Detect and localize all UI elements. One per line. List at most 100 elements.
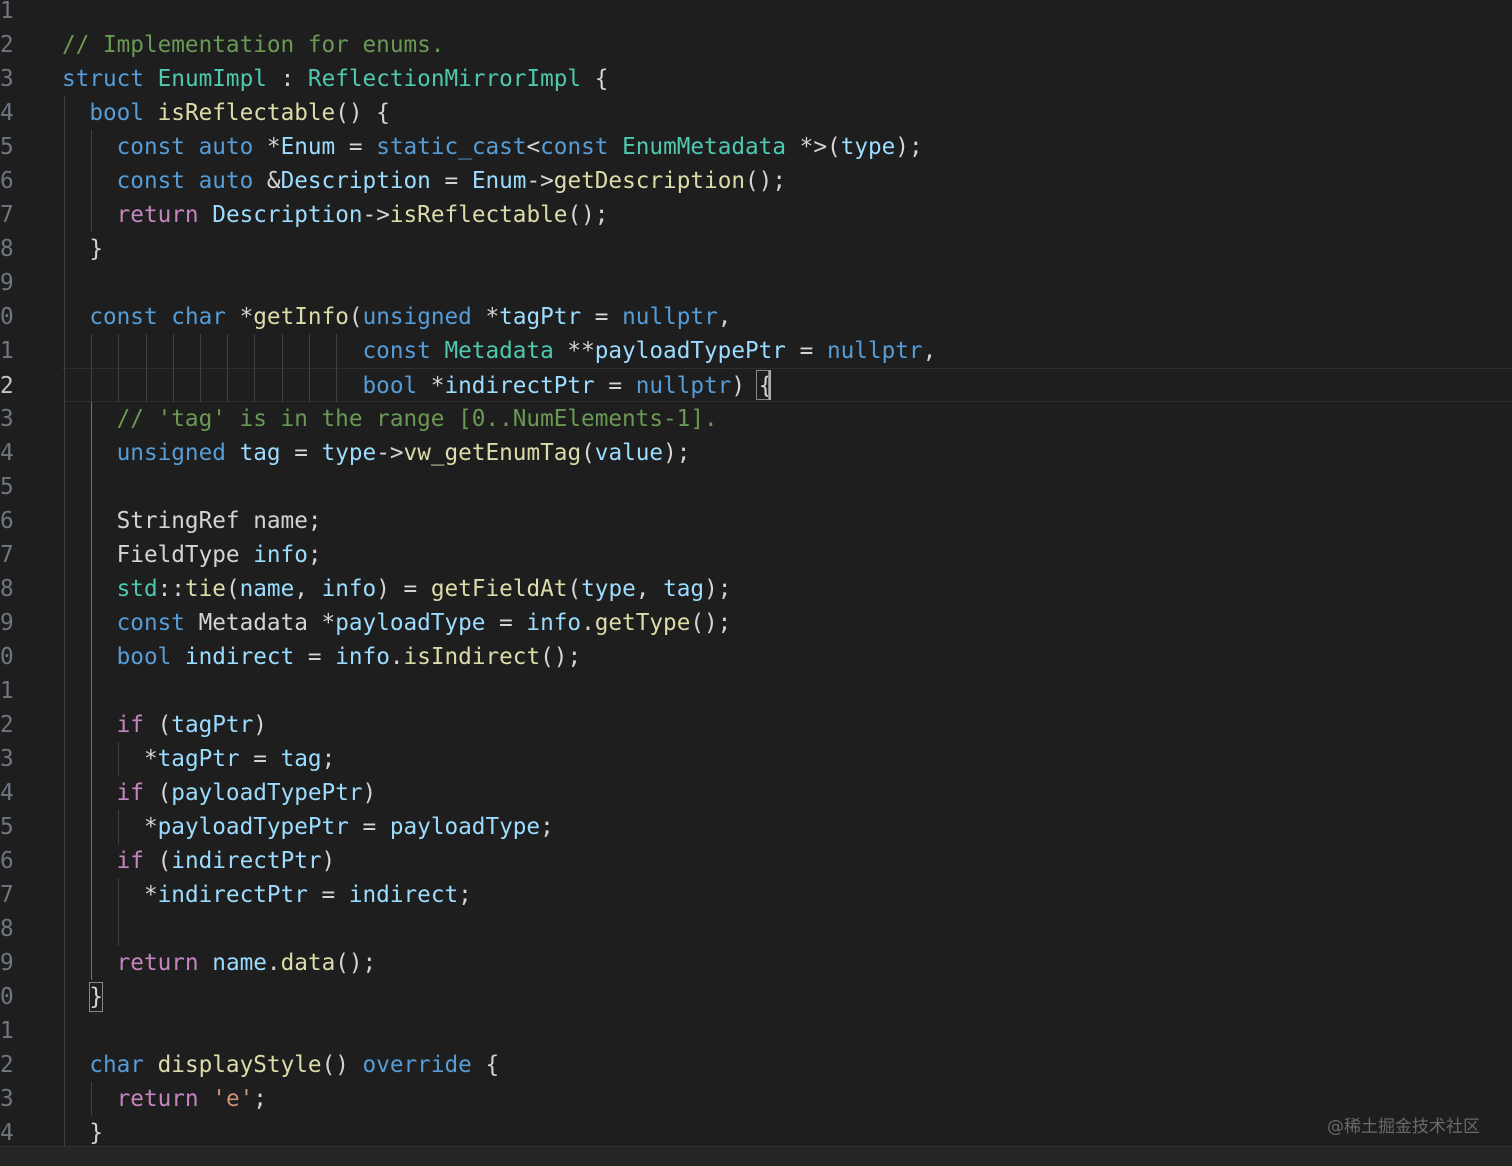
code-token: EnumImpl xyxy=(157,66,267,92)
code-line[interactable]: 2 if (tagPtr) xyxy=(0,708,1512,742)
code-token: * xyxy=(225,304,254,330)
line-code: const auto *Enum = static_cast<const Enu… xyxy=(62,130,923,164)
line-number: 3 xyxy=(0,66,14,92)
code-token: ) xyxy=(362,780,377,806)
indent-guide xyxy=(336,334,337,368)
code-token: payloadType xyxy=(335,610,486,636)
code-token: , xyxy=(294,576,322,602)
code-line[interactable]: 9 const Metadata *payloadType = info.get… xyxy=(0,606,1512,640)
code-line[interactable]: 7 *indirectPtr = indirect; xyxy=(0,878,1512,912)
code-line[interactable]: 4 bool isReflectable() { xyxy=(0,96,1512,130)
code-line[interactable]: 6 StringRef name; xyxy=(0,504,1512,538)
code-line[interactable]: 4 if (payloadTypePtr) xyxy=(0,776,1512,810)
code-token: * xyxy=(62,746,158,772)
code-token: indirect xyxy=(184,644,295,670)
code-token: unsigned xyxy=(116,440,226,466)
code-line[interactable]: 9 return name.data(); xyxy=(0,946,1512,980)
code-line[interactable]: 3 *tagPtr = tag; xyxy=(0,742,1512,776)
code-token: indirect xyxy=(348,882,459,908)
line-code: *payloadTypePtr = payloadType; xyxy=(62,810,554,844)
code-line[interactable]: 3 return 'e'; xyxy=(0,1082,1512,1116)
code-line[interactable]: 3 struct EnumImpl : ReflectionMirrorImpl … xyxy=(0,62,1512,96)
code-line[interactable]: 2 char displayStyle() override { xyxy=(0,1048,1512,1082)
code-token: char xyxy=(89,1052,144,1078)
line-number: 1 xyxy=(0,678,14,704)
code-token: & xyxy=(253,168,281,194)
line-code: char displayStyle() override { xyxy=(62,1048,499,1082)
code-line[interactable]: 5 const auto *Enum = static_cast<const E… xyxy=(0,130,1512,164)
code-line[interactable]: 7 FieldType info; xyxy=(0,538,1512,572)
code-line[interactable]: 5 *payloadTypePtr = payloadType; xyxy=(0,810,1512,844)
code-token: getDescription xyxy=(553,168,746,194)
code-line[interactable]: 0 } xyxy=(0,980,1512,1014)
code-token: = xyxy=(594,373,636,399)
code-line[interactable]: 8 std::tie(name, info) = getFieldAt(type… xyxy=(0,572,1512,606)
code-token: -> xyxy=(376,440,404,466)
code-line[interactable]: 5 xyxy=(0,470,1512,504)
code-line[interactable]: 1 xyxy=(0,1014,1512,1048)
line-code: if (indirectPtr) xyxy=(62,844,336,878)
line-code: return Description->isReflectable(); xyxy=(62,198,609,232)
code-line[interactable]: 4 unsigned tag = type->vw_getEnumTag(val… xyxy=(0,436,1512,470)
indent-guide xyxy=(172,334,174,368)
code-token: } xyxy=(62,236,103,262)
line-number: 6 xyxy=(0,168,14,194)
code-token: indirectPtr xyxy=(171,848,322,874)
code-line[interactable]: 0 const char *getInfo(unsigned *tagPtr =… xyxy=(0,300,1512,334)
code-token: ; xyxy=(540,814,554,840)
code-line[interactable]: 9 xyxy=(0,266,1512,300)
matched-bracket-close xyxy=(89,982,103,1012)
code-editor[interactable]: 1 2 // Implementation for enums. 3 struct En… xyxy=(0,0,1512,1166)
code-line[interactable]: 6 if (indirectPtr) xyxy=(0,844,1512,878)
line-code: *tagPtr = tag; xyxy=(62,742,335,776)
line-code: std::tie(name, info) = getFieldAt(type, … xyxy=(62,572,732,606)
line-number: 8 xyxy=(0,236,14,262)
line-number: 2 xyxy=(0,32,14,58)
line-code: const Metadata *payloadType = info.getTy… xyxy=(62,606,732,640)
code-line[interactable]: 3 // 'tag' is in the range [0..NumElemen… xyxy=(0,402,1512,436)
line-code: bool indirect = info.isIndirect(); xyxy=(62,640,581,674)
code-token: ); xyxy=(663,440,691,466)
code-token: const xyxy=(116,134,185,160)
code-line[interactable]: 1 xyxy=(0,674,1512,708)
code-line[interactable]: 6 const auto &Description = Enum->getDes… xyxy=(0,164,1512,198)
code-token: const xyxy=(362,338,431,364)
line-code: // 'tag' is in the range [0..NumElements… xyxy=(62,402,718,436)
code-token: payloadTypePtr xyxy=(157,814,349,840)
code-token: * xyxy=(62,882,158,908)
code-line[interactable]: 2 // Implementation for enums. xyxy=(0,28,1512,62)
code-token: const xyxy=(116,610,185,636)
code-token: } xyxy=(62,1120,103,1146)
code-token: tagPtr xyxy=(171,712,254,738)
code-token: displayStyle xyxy=(157,1052,322,1078)
line-number: 9 xyxy=(0,270,14,296)
code-line[interactable]: 0 bool indirect = info.isIndirect(); xyxy=(0,640,1512,674)
line-number: 9 xyxy=(0,950,14,976)
code-token: = xyxy=(307,882,349,908)
code-line[interactable]: 1 xyxy=(0,0,1512,28)
code-line[interactable]: 4 } xyxy=(0,1116,1512,1150)
line-code: bool isReflectable() { xyxy=(62,96,390,130)
line-number: 5 xyxy=(0,474,14,500)
code-token: override xyxy=(362,1052,472,1078)
code-token: const xyxy=(116,168,185,194)
code-line[interactable]: 8 xyxy=(0,912,1512,946)
code-line[interactable]: 2 bool *indirectPtr = nullptr) { xyxy=(0,368,1512,402)
code-line[interactable]: 7 return Description->isReflectable(); xyxy=(0,198,1512,232)
line-number: 0 xyxy=(0,644,14,670)
code-token: = xyxy=(430,168,472,194)
line-number: 4 xyxy=(0,780,14,806)
code-token: payloadTypePtr xyxy=(171,780,363,806)
code-line[interactable]: 8 } xyxy=(0,232,1512,266)
indent-guide xyxy=(118,878,120,946)
indent-guide xyxy=(281,368,283,402)
